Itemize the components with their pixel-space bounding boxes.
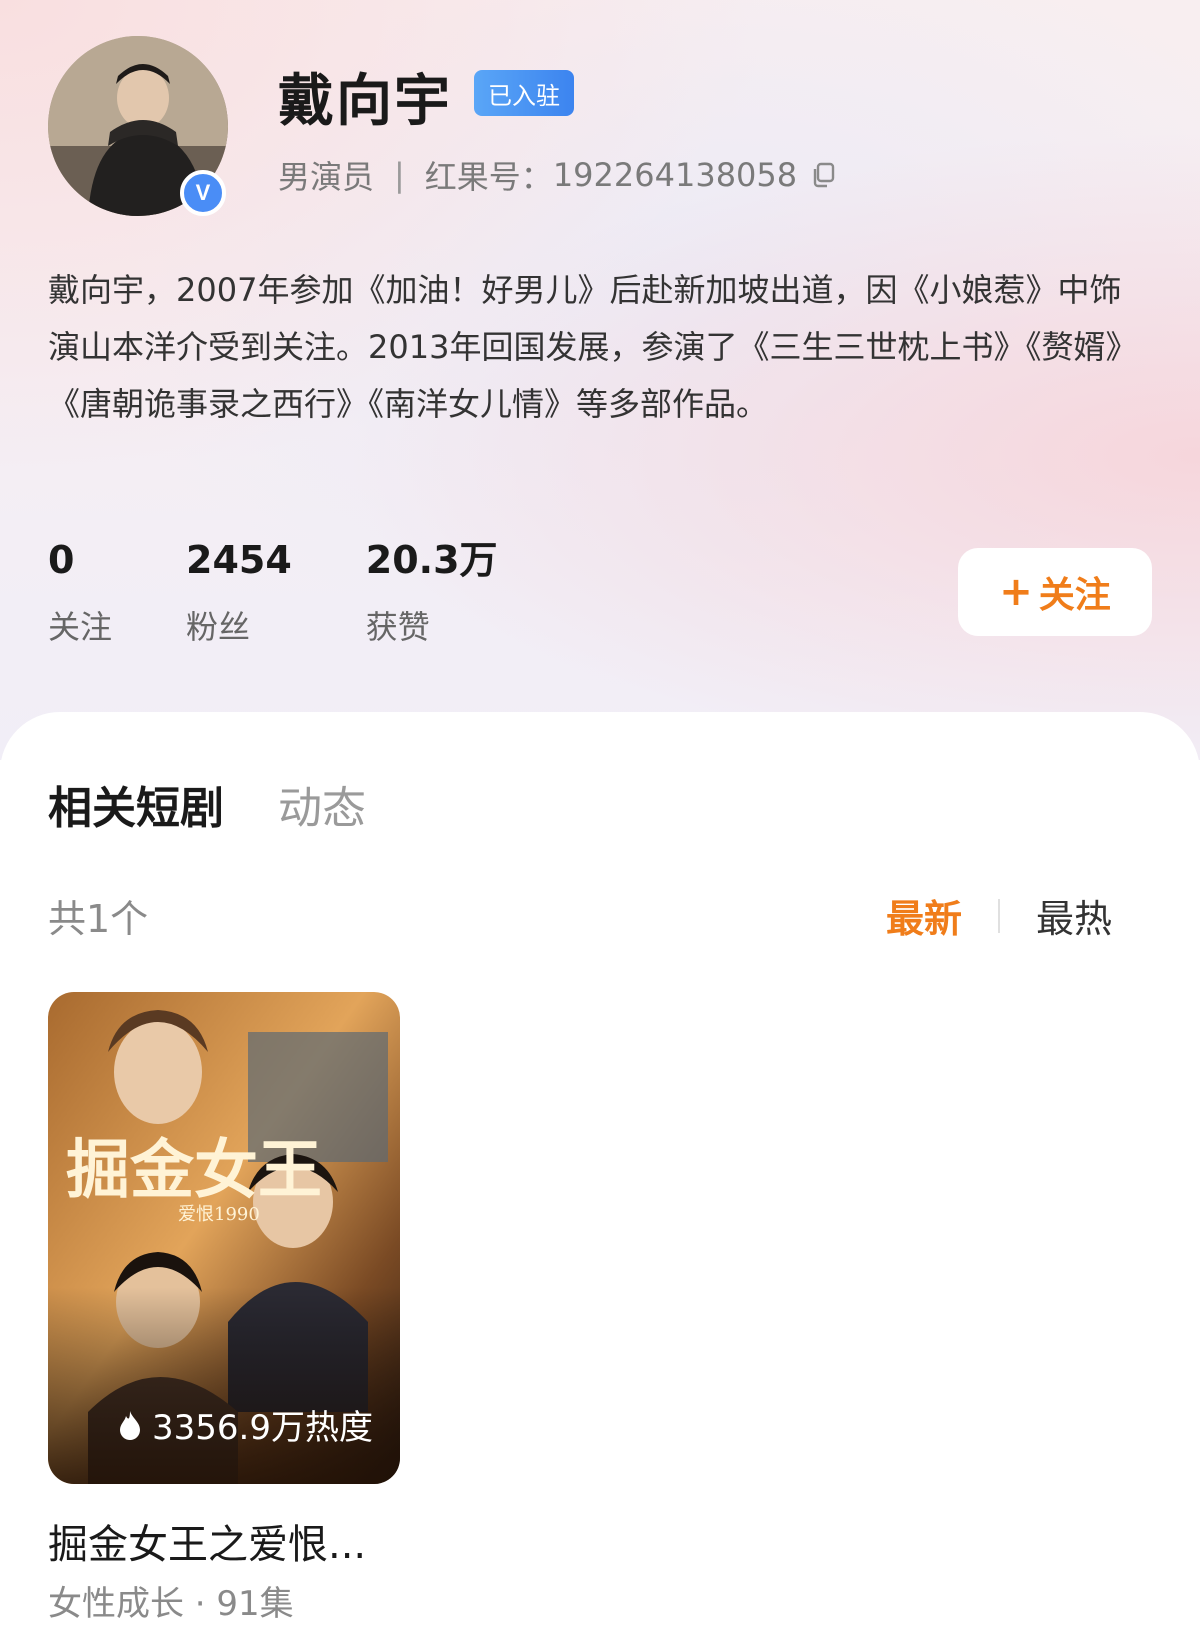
sort-options: 最新 最热 (886, 888, 1112, 943)
profile-stats: 0 关注 2454 粉丝 20.3万 获赞 (48, 536, 572, 648)
stat-following[interactable]: 0 关注 (48, 536, 112, 648)
item-count: 共1个 (48, 897, 149, 941)
settled-badge: 已入驻 (474, 70, 574, 116)
heat-value: 3356.9万热度 (152, 1408, 373, 1448)
profile-meta: 男演员 | 红果号： 192264138058 (278, 152, 837, 198)
follow-button-label: 关注 (1038, 575, 1111, 616)
tab-bar: 相关短剧 动态 (48, 772, 420, 836)
stat-label: 获赞 (365, 608, 430, 646)
stat-fans[interactable]: 2454 粉丝 (186, 536, 292, 648)
tab-related-dramas[interactable]: 相关短剧 (48, 772, 224, 836)
plus-icon: + (999, 569, 1033, 615)
poster-subtitle: 爱恨1990 (178, 1204, 260, 1225)
hongguo-id-value: 192264138058 (552, 156, 798, 194)
verified-icon: V (180, 170, 226, 216)
profile-bio: 戴向宇，2007年参加《加油！好男儿》后赴新加坡出道，因《小娘惹》中饰演山本洋介… (48, 271, 1138, 423)
drama-title[interactable]: 掘金女王之爱恨... (48, 1512, 366, 1570)
sort-hottest-button[interactable]: 最热 (1036, 888, 1112, 943)
profile-name: 戴向宇 (278, 69, 452, 134)
sort-divider (997, 898, 1000, 933)
copy-icon[interactable] (809, 161, 837, 189)
verified-mark: V (195, 180, 211, 205)
fire-icon (120, 1410, 140, 1440)
stat-likes[interactable]: 20.3万 获赞 (366, 536, 498, 648)
stat-value: 2454 (186, 538, 292, 582)
drama-meta: 女性成长 · 91集 (48, 1584, 294, 1624)
tab-feed[interactable]: 动态 (278, 772, 366, 836)
content-card: 相关短剧 动态 共1个 最新 最热 掘金女王 爱恨1990 3356.9万热度 … (0, 712, 1200, 1633)
drama-heat: 3356.9万热度 (118, 1400, 373, 1449)
hongguo-id-label: 红果号： (424, 158, 553, 196)
role-label: 男演员 (278, 158, 375, 196)
stat-value: 0 (48, 538, 75, 582)
stat-label: 粉丝 (186, 608, 251, 646)
stat-label: 关注 (48, 608, 113, 646)
sort-newest-button[interactable]: 最新 (886, 888, 962, 943)
meta-separator: | (394, 156, 405, 194)
stat-value: 20.3万 (365, 538, 498, 582)
poster-title: 掘金女王 (66, 1133, 322, 1208)
list-header: 共1个 最新 最热 (48, 888, 1112, 943)
follow-button[interactable]: + 关注 (958, 548, 1152, 636)
